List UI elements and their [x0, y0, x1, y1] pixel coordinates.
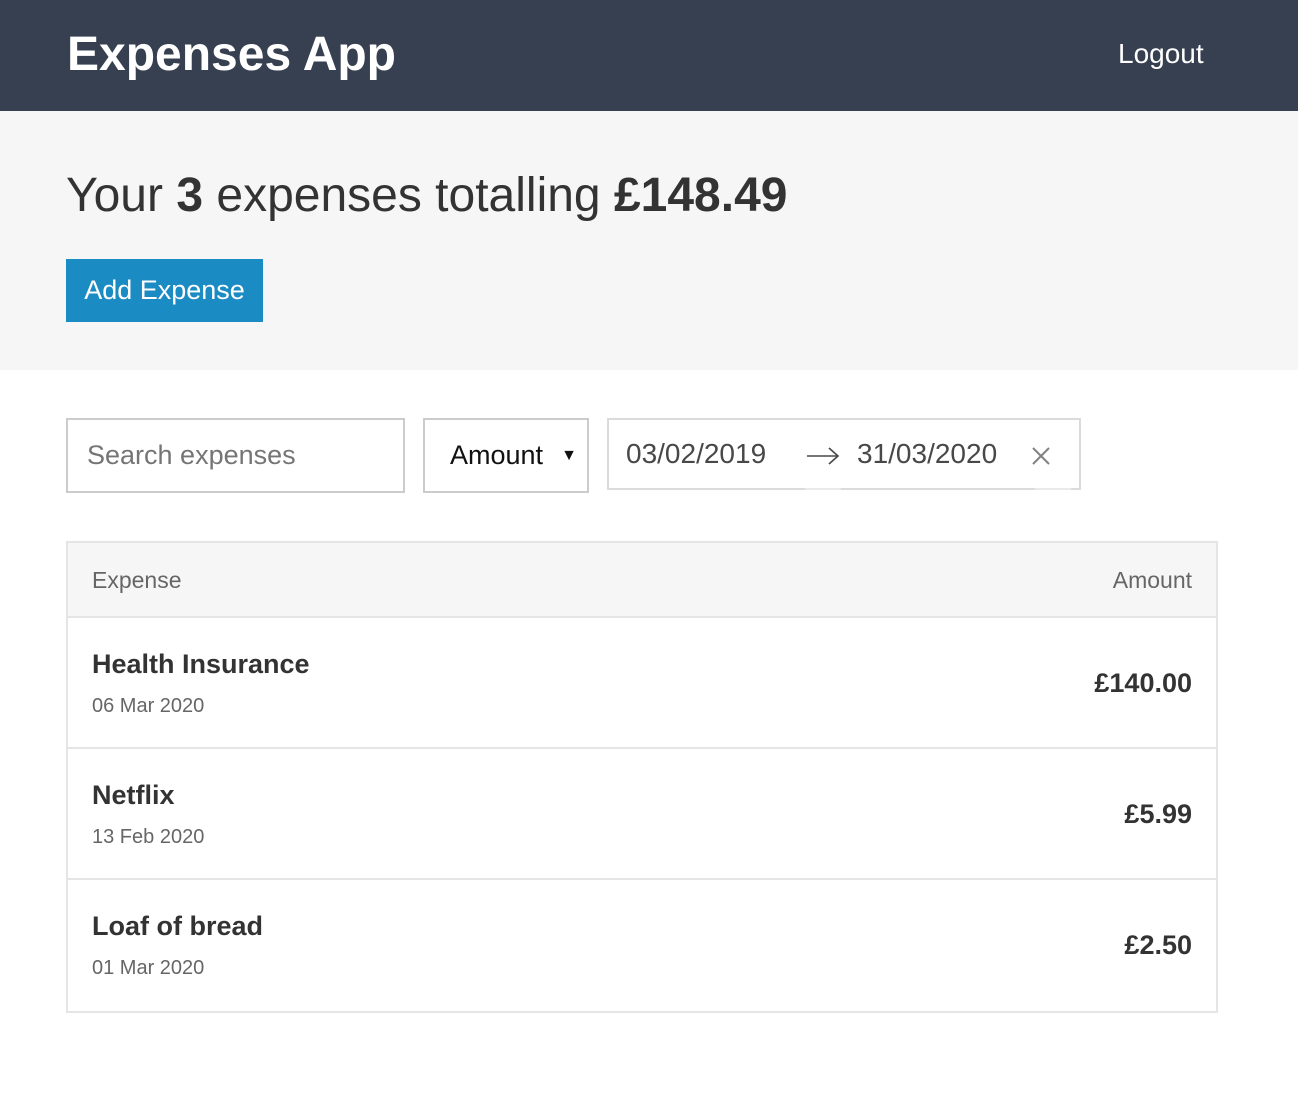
triangle-down-icon: ▼ [561, 447, 577, 464]
end-date-input[interactable]: 31/03/2020 [857, 437, 997, 471]
expense-description: Health Insurance [92, 649, 310, 679]
expense-amount: £5.99 [1124, 799, 1192, 829]
summary-middle: expenses totalling [203, 169, 614, 222]
table-row[interactable]: Netflix 13 Feb 2020 £5.99 [68, 749, 1216, 880]
summary-title: Your 3 expenses totalling £148.49 [66, 167, 787, 225]
table-header: Expense Amount [68, 543, 1216, 618]
expenses-summary: Your 3 expenses totalling £148.49 Add Ex… [0, 111, 1298, 370]
table-row[interactable]: Loaf of bread 01 Mar 2020 £2.50 [68, 880, 1216, 1011]
expense-description: Loaf of bread [92, 911, 264, 941]
sort-selected-value: Amount [450, 440, 544, 470]
summary-prefix: Your [66, 169, 177, 222]
add-expense-button[interactable]: Add Expense [66, 259, 263, 322]
start-date-input[interactable]: 03/02/2019 [626, 437, 766, 471]
sort-by-select[interactable]: Amount ▼ [423, 418, 589, 493]
expense-description: Netflix [92, 780, 175, 810]
expense-date: 01 Mar 2020 [92, 957, 205, 979]
close-icon[interactable] [1029, 444, 1053, 468]
table-row[interactable]: Health Insurance 06 Mar 2020 £140.00 [68, 618, 1216, 749]
arrow-right-icon [807, 447, 840, 465]
expense-amount: £2.50 [1124, 930, 1192, 960]
expense-total: £148.49 [613, 169, 788, 222]
search-input[interactable] [66, 418, 405, 493]
expense-date: 06 Mar 2020 [92, 695, 205, 717]
start-date-underline [805, 488, 841, 490]
app-title-link[interactable]: Expenses App [67, 27, 396, 83]
expenses-table: Expense Amount Health Insurance 06 Mar 2… [66, 541, 1218, 1013]
app-header: Expenses App Logout [0, 0, 1298, 111]
expense-date: 13 Feb 2020 [92, 826, 205, 848]
column-header-amount: Amount [1112, 567, 1192, 593]
clear-underline [1035, 488, 1071, 490]
expense-amount: £140.00 [1094, 668, 1192, 698]
logout-button[interactable]: Logout [1118, 38, 1204, 70]
date-range-picker: 03/02/2019 31/03/2020 [607, 418, 1081, 490]
expense-count: 3 [176, 169, 204, 222]
column-header-expense: Expense [92, 567, 182, 593]
